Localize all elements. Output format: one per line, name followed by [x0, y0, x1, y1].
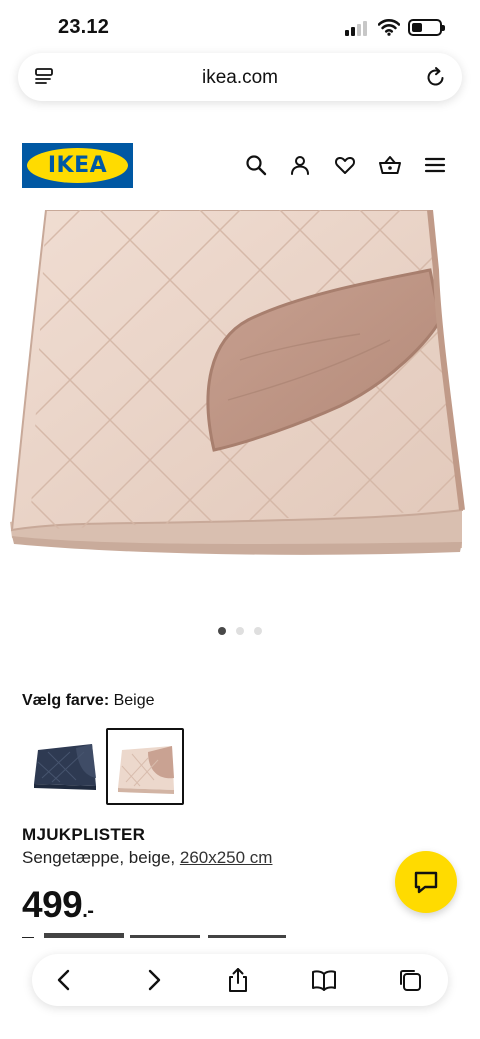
site-header: IKEA	[0, 130, 480, 200]
basket-icon[interactable]	[378, 153, 402, 177]
product-size-link[interactable]: 260x250 cm	[180, 848, 273, 867]
bedspread-illustration	[10, 210, 465, 555]
menu-icon[interactable]	[423, 153, 447, 177]
partially-hidden-text	[22, 929, 322, 938]
gallery-dot[interactable]	[236, 627, 244, 635]
status-time: 23.12	[58, 16, 110, 38]
gallery-dot[interactable]	[254, 627, 262, 635]
cellular-signal-icon	[345, 20, 371, 36]
reload-icon[interactable]	[426, 66, 446, 88]
color-swatch-beige[interactable]	[106, 728, 184, 805]
chat-icon	[414, 871, 438, 894]
search-icon[interactable]	[244, 153, 268, 177]
gallery-dot[interactable]	[218, 627, 226, 635]
product-image[interactable]	[0, 210, 480, 610]
status-bar: 23.12	[0, 0, 480, 52]
wifi-icon	[378, 19, 400, 36]
chat-button[interactable]	[395, 851, 457, 913]
browser-toolbar	[32, 954, 448, 1006]
url-text[interactable]: ikea.com	[18, 67, 462, 89]
account-icon[interactable]	[288, 153, 312, 177]
ikea-logo[interactable]: IKEA	[22, 143, 133, 188]
address-bar[interactable]: ikea.com	[18, 53, 462, 101]
color-picker-label: Vælg farve: Beige	[22, 692, 155, 709]
battery-icon	[408, 19, 445, 36]
gallery-pagination[interactable]	[0, 622, 480, 635]
share-icon[interactable]	[225, 967, 251, 993]
back-icon[interactable]	[52, 967, 78, 993]
bookmarks-icon[interactable]	[311, 967, 337, 993]
product-description: Sengetæppe, beige, 260x250 cm	[22, 848, 273, 867]
selected-color-value: Beige	[113, 692, 155, 709]
heart-icon[interactable]	[333, 153, 357, 177]
product-price: 499.-	[22, 884, 94, 925]
tabs-overview-icon[interactable]	[397, 967, 423, 993]
color-swatch-dark-blue[interactable]	[26, 728, 104, 805]
forward-icon[interactable]	[140, 967, 166, 993]
product-name: MJUKPLISTER	[22, 825, 146, 844]
